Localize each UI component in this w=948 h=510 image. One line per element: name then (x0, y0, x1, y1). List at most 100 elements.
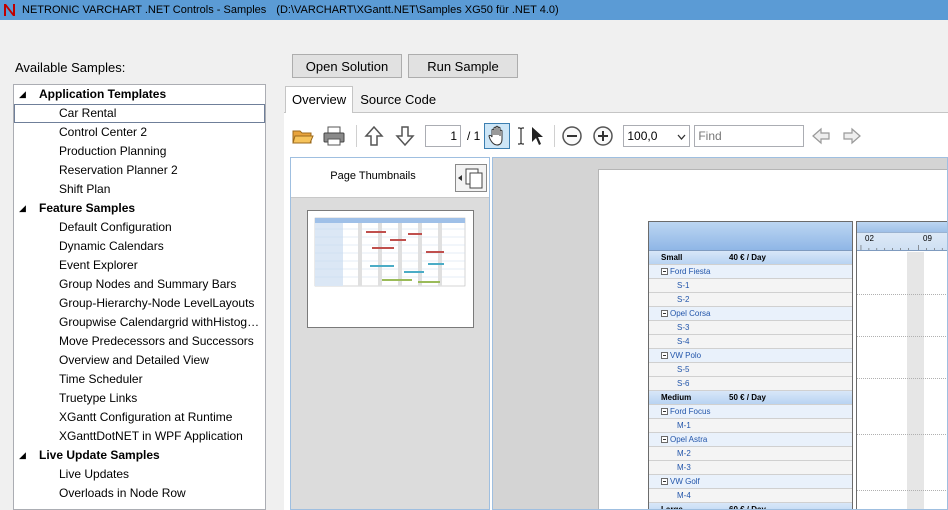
run-sample-button[interactable]: Run Sample (408, 54, 518, 78)
tree-item[interactable]: XGanttDotNET in WPF Application (14, 427, 265, 446)
tree-item[interactable]: Group-Hierarchy-Node LevelLayouts (14, 294, 265, 313)
tree-group[interactable]: ◢ Live Update Samples (14, 446, 265, 465)
gantt-table-header (649, 222, 852, 251)
tree-item[interactable]: Overloads in Node Row (14, 484, 265, 503)
tree-item[interactable]: Move Predecessors and Successors (14, 332, 265, 351)
tree-item[interactable]: Default Configuration (14, 218, 265, 237)
gantt-row-name: M-1 (677, 421, 691, 430)
gantt-row-name: S-5 (677, 365, 690, 374)
tree-item[interactable]: Time Scheduler (14, 370, 265, 389)
tree-item[interactable]: Reservation Planner 2 (14, 161, 265, 180)
window-titlebar: NETRONIC VARCHART .NET Controls - Sample… (0, 0, 948, 20)
pages-toggle-button[interactable] (455, 164, 487, 192)
tree-item[interactable]: Shift Plan (14, 180, 265, 199)
open-folder-icon[interactable] (290, 123, 316, 149)
gantt-row-price: 60 € / Day (729, 505, 766, 510)
find-next-icon[interactable] (839, 123, 865, 149)
expand-caret-icon[interactable]: ◢ (19, 85, 26, 104)
zoom-out-icon[interactable] (559, 123, 585, 149)
open-solution-button[interactable]: Open Solution (292, 54, 402, 78)
tree-group-label: Application Templates (39, 87, 167, 101)
gantt-row-unit: S-3 (649, 321, 852, 335)
gantt-row-name: S-2 (677, 295, 690, 304)
find-previous-icon[interactable] (808, 123, 834, 149)
gantt-row-price: 40 € / Day (729, 253, 766, 262)
toolbar-separator (356, 125, 357, 147)
collapse-box-icon[interactable] (661, 352, 668, 359)
thumbnail-header: Page Thumbnails (291, 158, 489, 198)
arrow-down-icon[interactable] (392, 123, 418, 149)
collapse-box-icon[interactable] (661, 436, 668, 443)
collapse-box-icon[interactable] (661, 268, 668, 275)
timeline-header: 02 09 (857, 222, 947, 251)
tree-item[interactable]: Truetype Links (14, 389, 265, 408)
page-thumbnails-label: Page Thumbnails (330, 170, 416, 182)
gantt-row-price: 50 € / Day (729, 393, 766, 402)
gantt-row-unit: S-4 (649, 335, 852, 349)
tree-item[interactable]: Dynamic Calendars (14, 237, 265, 256)
document-page: Small 40 € / Day Ford Fiesta S-1 S-2 Opel Cor… (598, 169, 947, 510)
timeline-ticks (860, 245, 943, 250)
tree-item[interactable]: XGantt Configuration at Runtime (14, 408, 265, 427)
gantt-row-unit: M-2 (649, 447, 852, 461)
samples-tree[interactable]: ◢ Application Templates Car Rental Control … (13, 84, 266, 510)
arrow-up-icon[interactable] (361, 123, 387, 149)
tree-group[interactable]: ◢ Feature Samples (14, 199, 265, 218)
document-view[interactable]: Small 40 € / Day Ford Fiesta S-1 S-2 Opel Cor… (492, 157, 948, 510)
gantt-row-car: Opel Corsa (649, 307, 852, 321)
tree-item[interactable]: Live Updates (14, 465, 265, 484)
row-divider (857, 490, 947, 491)
tab-source-code[interactable]: Source Code (353, 86, 443, 113)
tree-group[interactable]: ◢ Application Templates (14, 85, 265, 104)
gantt-row-car: VW Golf (649, 475, 852, 489)
tree-item[interactable]: Event Explorer (14, 256, 265, 275)
page-number-input[interactable]: 1 (425, 125, 461, 147)
pointer-icon[interactable] (529, 123, 545, 149)
timeline-header-top (857, 222, 947, 233)
gantt-row-unit: S-2 (649, 293, 852, 307)
gantt-row-name: Ford Focus (670, 407, 711, 416)
gantt-row-name: M-3 (677, 463, 691, 472)
expand-caret-icon[interactable]: ◢ (19, 199, 26, 218)
row-divider (857, 434, 947, 435)
window-title: NETRONIC VARCHART .NET Controls - Sample… (22, 4, 267, 16)
gantt-row-name: Small (661, 253, 683, 262)
timeline-date: 02 (865, 234, 874, 243)
collapse-box-icon[interactable] (661, 408, 668, 415)
tree-item[interactable]: Group Nodes and Summary Bars (14, 275, 265, 294)
hand-tool-icon[interactable] (484, 123, 511, 149)
gantt-row-name: Large (661, 505, 683, 510)
tree-item[interactable]: Control Center 2 (14, 123, 265, 142)
zoom-select[interactable]: 100,0 (623, 125, 691, 147)
thumbnail-pane: Page Thumbnails (290, 157, 490, 510)
gantt-row-name: VW Golf (670, 477, 700, 486)
gantt-row-name: M-4 (677, 491, 691, 500)
row-divider (857, 378, 947, 379)
tree-item[interactable]: Production Planning (14, 142, 265, 161)
window-path: (D:\VARCHART\XGantt.NET\Samples XG50 für… (276, 4, 559, 16)
page-thumbnail[interactable] (307, 210, 474, 328)
zoom-in-icon[interactable] (590, 123, 616, 149)
text-select-icon[interactable] (515, 123, 527, 149)
gantt-row-name: Opel Corsa (670, 309, 711, 318)
zoom-value: 100,0 (627, 129, 658, 143)
print-icon[interactable] (321, 123, 347, 149)
collapse-box-icon[interactable] (661, 310, 668, 317)
tree-item[interactable]: Overview and Detailed View (14, 351, 265, 370)
gantt-table: Small 40 € / Day Ford Fiesta S-1 S-2 Opel Cor… (648, 221, 853, 510)
gantt-row-name: Medium (661, 393, 692, 402)
gantt-row-car: VW Polo (649, 349, 852, 363)
gantt-row-car: Ford Fiesta (649, 265, 852, 279)
tab-overview[interactable]: Overview (285, 86, 354, 113)
expand-caret-icon[interactable]: ◢ (19, 446, 26, 465)
gantt-row-unit: M-1 (649, 419, 852, 433)
timeline-date: 09 (923, 234, 932, 243)
tab-strip: Overview Source Code (285, 86, 443, 113)
find-input[interactable]: Find (694, 125, 805, 147)
viewer-toolbar: 1 / 1 100,0 Find (290, 120, 948, 152)
tree-item[interactable]: Car Rental (14, 104, 265, 123)
page-total: / 1 (467, 129, 481, 143)
collapse-box-icon[interactable] (661, 478, 668, 485)
tree-item[interactable]: Groupwise Calendargrid withHistogra... (14, 313, 265, 332)
tree-group-label: Live Update Samples (39, 448, 160, 462)
